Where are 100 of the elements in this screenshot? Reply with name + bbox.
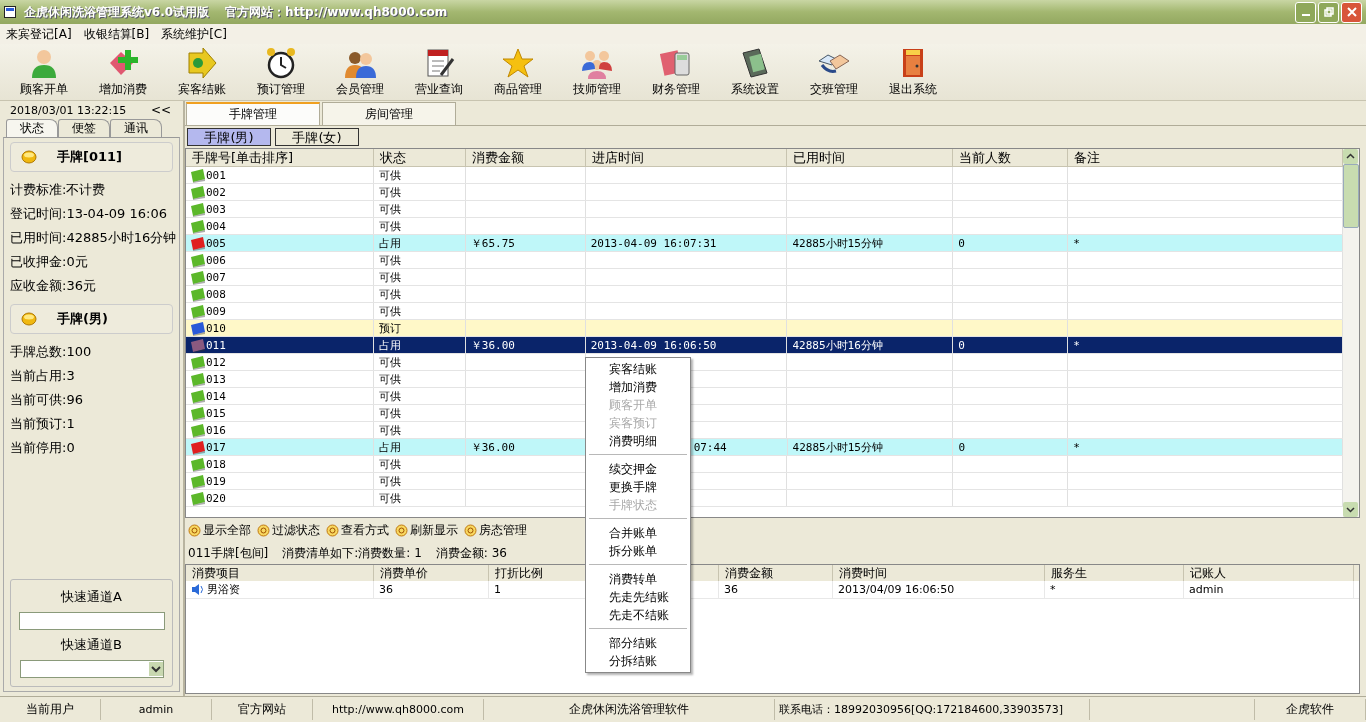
speaker-icon [191, 583, 205, 596]
action-button[interactable]: 过滤状态 [257, 521, 320, 539]
action-button[interactable]: 房态管理 [464, 521, 527, 539]
circle-icon [464, 523, 477, 537]
scrollbar[interactable] [1343, 149, 1359, 517]
toolbar-button[interactable]: 预订管理 [241, 44, 320, 98]
table-cell[interactable]: 012 [206, 355, 226, 369]
menu-item[interactable]: 部分结账 [586, 634, 690, 652]
toolbar-button[interactable]: 财务管理 [636, 44, 715, 98]
table-cell[interactable]: 015 [206, 406, 226, 420]
table-cell: 可供 [373, 269, 466, 285]
table-cell: 可供 [373, 371, 466, 387]
circle-icon [257, 523, 270, 537]
quick-access-label: 快速通道A [61, 588, 122, 606]
tab[interactable]: 手牌管理 [186, 102, 320, 125]
table-cell[interactable]: 013 [206, 372, 226, 386]
action-button[interactable]: 刷新显示 [395, 521, 458, 539]
table-cell[interactable]: 006 [206, 253, 226, 267]
toolbar-button[interactable]: 宾客结账 [162, 44, 241, 98]
column-header: 服务生 [1051, 566, 1087, 580]
column-header[interactable]: 已用时间 [787, 149, 954, 166]
table-cell[interactable]: 001 [206, 168, 226, 182]
toolbar-button[interactable]: 退出系统 [873, 44, 952, 98]
menu-item[interactable]: 增加消费 [586, 378, 690, 396]
menu-item[interactable]: 来宾登记[A] [6, 25, 72, 43]
table-cell[interactable]: 002 [206, 185, 226, 199]
toolbar-button[interactable]: 商品管理 [478, 44, 557, 98]
table-cell[interactable]: 011 [206, 338, 226, 352]
column-header: 消费金额 [725, 566, 773, 580]
quick-access-dropdown[interactable] [19, 660, 164, 678]
restore-icon [1323, 7, 1334, 17]
menu-item[interactable]: 收银结算[B] [83, 25, 150, 43]
toolbar-button[interactable]: 营业查询 [399, 44, 478, 98]
maximize-button[interactable] [1318, 1, 1339, 23]
table-cell[interactable]: 008 [206, 287, 226, 301]
table-cell[interactable]: 010 [206, 321, 226, 335]
menu-item[interactable]: 合并账单 [586, 524, 690, 542]
close-button[interactable] [1341, 1, 1362, 23]
table-cell[interactable]: 004 [206, 219, 226, 233]
toolbar-button[interactable]: 增加消费 [83, 44, 162, 98]
column-header: 消费项目 [192, 566, 240, 580]
info-text: 手牌总数:100 [10, 343, 93, 361]
column-header[interactable]: 手牌号[单击排序] [186, 149, 374, 166]
table-cell: 0 [953, 235, 1069, 251]
sidebar-tab[interactable]: 状态 [6, 119, 58, 137]
sub-tab[interactable]: 手牌(男) [187, 128, 271, 146]
table-cell: 0 [953, 337, 1069, 353]
column-header: 打折比例 [495, 566, 543, 580]
column-header: 消费单价 [380, 566, 428, 580]
table-cell[interactable]: 009 [206, 304, 226, 318]
info-text: 登记时间:13-04-09 16:06 [10, 205, 168, 223]
menu-item[interactable]: 宾客结账 [586, 360, 690, 378]
toolbar-button[interactable]: 系统设置 [715, 44, 794, 98]
table-cell[interactable]: 018 [206, 457, 226, 471]
table-cell[interactable]: 017 [206, 440, 226, 454]
toolbar-button[interactable]: 交班管理 [794, 44, 873, 98]
table-cell: 预订 [373, 320, 466, 336]
table-cell: 2013-04-09 16:07:31 [585, 235, 788, 251]
toolbar-button[interactable]: 顾客开单 [4, 44, 83, 98]
menu-item[interactable]: 先走先结账 [586, 588, 690, 606]
toolbar-button[interactable]: 会员管理 [320, 44, 399, 98]
section-title: 手牌[011] [57, 148, 123, 166]
status-text: 联系电话：18992030956[QQ:172184600,33903573] [775, 699, 1090, 720]
column-header[interactable]: 消费金额 [465, 149, 586, 166]
menu-item[interactable]: 系统维护[C] [161, 25, 227, 43]
menu-item[interactable]: 分拆结账 [586, 652, 690, 670]
action-button[interactable]: 查看方式 [326, 521, 389, 539]
table-cell[interactable]: 019 [206, 474, 226, 488]
column-header[interactable]: 状态 [373, 149, 466, 166]
column-header: 消费时间 [839, 566, 887, 580]
menu-item[interactable]: 先走不结账 [586, 606, 690, 624]
table-cell[interactable]: 014 [206, 389, 226, 403]
minimize-button[interactable] [1295, 1, 1316, 23]
table-cell[interactable]: 005 [206, 236, 226, 250]
scroll-down-icon [1343, 502, 1358, 517]
table-cell: 可供 [373, 388, 466, 404]
sub-tab[interactable]: 手牌(女) [275, 128, 359, 146]
collapse-button[interactable]: << [150, 103, 171, 117]
menu-item[interactable]: 更换手牌 [586, 478, 690, 496]
table-cell[interactable]: 003 [206, 202, 226, 216]
menu-item[interactable]: 拆分账单 [586, 542, 690, 560]
quick-access-field[interactable] [18, 612, 165, 630]
toolbar-button[interactable]: 技师管理 [557, 44, 636, 98]
website-text: 官方网站：http://www.qh8000.com [225, 3, 448, 21]
column-header[interactable]: 当前人数 [953, 149, 1069, 166]
menu-item[interactable]: 续交押金 [586, 460, 690, 478]
scroll-thumb[interactable] [1343, 164, 1359, 228]
column-header[interactable]: 进店时间 [585, 149, 788, 166]
table-cell[interactable]: 016 [206, 423, 226, 437]
sidebar-tab[interactable]: 便签 [58, 119, 110, 137]
table-cell: 2013/04/09 16:06:50 [838, 583, 955, 596]
tab[interactable]: 房间管理 [322, 102, 456, 125]
table-cell: 可供 [373, 422, 466, 438]
table-cell[interactable]: 007 [206, 270, 226, 284]
alarm-clock-icon [264, 47, 297, 79]
sidebar-tab[interactable]: 通讯 [110, 119, 162, 137]
action-button[interactable]: 显示全部 [188, 521, 251, 539]
circle-icon [326, 523, 339, 537]
menu-item[interactable]: 消费转单 [586, 570, 690, 588]
table-cell[interactable]: 020 [206, 491, 226, 505]
